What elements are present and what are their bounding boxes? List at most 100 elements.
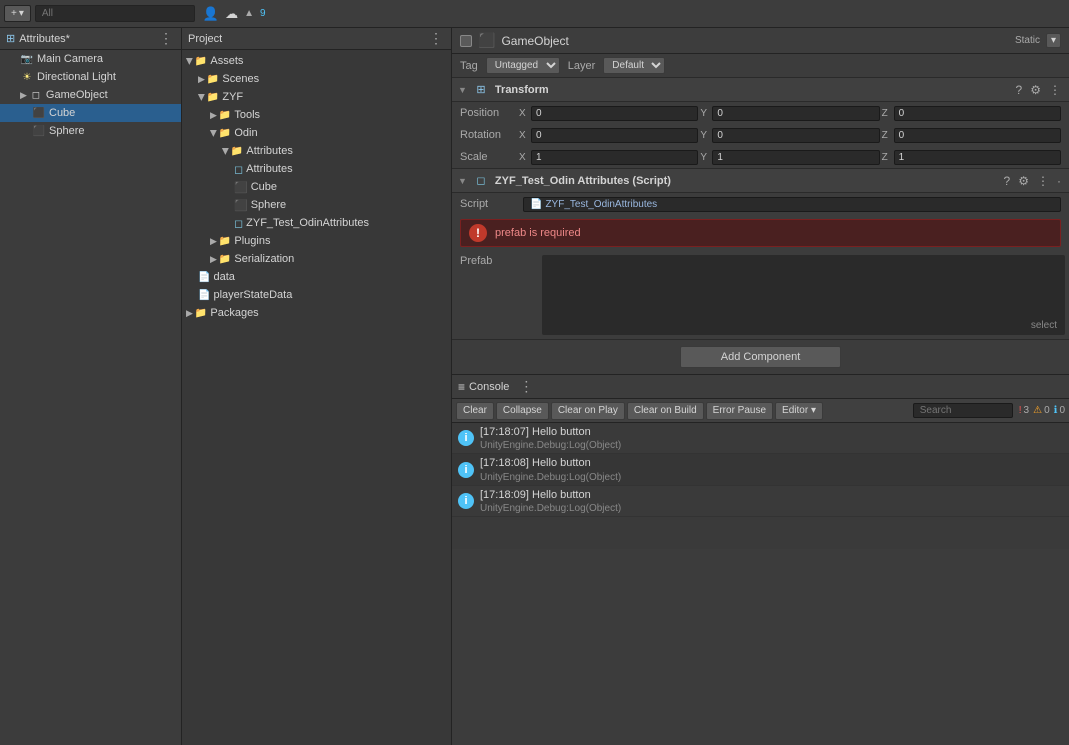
script-dot-button[interactable]: ·: [1055, 174, 1063, 188]
tree-plugins[interactable]: ▶ 📁 Plugins: [182, 232, 451, 250]
log-entry-1[interactable]: i [17:18:08] Hello button UnityEngine.De…: [452, 454, 1069, 485]
console-search-input[interactable]: [913, 403, 1013, 418]
tree-data[interactable]: 📄 data: [182, 268, 451, 286]
tree-tools[interactable]: ▶ 📁 Tools: [182, 106, 451, 124]
project-panel: Project ⋮ ▶ 📁 Assets ▶ 📁 Scenes ▶ 📁 ZYF …: [182, 28, 452, 745]
hierarchy-item-directional-light[interactable]: ☀ Directional Light: [0, 68, 181, 86]
layer-select[interactable]: Default: [603, 57, 665, 74]
inspector-panel: ⬛ GameObject Static ▾ Tag Untagged Layer…: [452, 28, 1069, 745]
account-icon: 👤: [203, 6, 219, 22]
tree-cube-prefab[interactable]: ⬛ Cube: [182, 178, 451, 196]
transform-help-button[interactable]: ?: [1014, 83, 1025, 97]
rot-x-input[interactable]: [531, 128, 698, 143]
prefab-drop-area[interactable]: select: [542, 255, 1065, 335]
transform-icon: ⊞: [473, 82, 489, 98]
tag-layer-row: Tag Untagged Layer Default: [452, 54, 1069, 78]
warning-count: 0: [1044, 405, 1050, 416]
cube-prefab-icon: ⬛: [234, 181, 248, 194]
script-settings-button[interactable]: ⚙: [1016, 174, 1031, 188]
script-collapse-icon[interactable]: ▼: [458, 176, 467, 186]
tree-packages[interactable]: ▶ 📁 Packages: [182, 304, 451, 322]
plugins-expand-icon: ▶: [210, 236, 217, 247]
tree-scenes[interactable]: ▶ 📁 Scenes: [182, 70, 451, 88]
asset-badge: 9: [260, 8, 266, 19]
log-sub-2: UnityEngine.Debug:Log(Object): [480, 503, 621, 514]
go-icon: ⬛: [478, 32, 495, 49]
transform-settings-button[interactable]: ⚙: [1028, 83, 1043, 97]
tree-attributes-script[interactable]: ◻ Attributes: [182, 160, 451, 178]
rot-x-label: X: [519, 130, 529, 141]
error-pause-button[interactable]: Error Pause: [706, 402, 773, 420]
console-more-button[interactable]: ⋮: [517, 378, 535, 395]
inspector-top: ⬛ GameObject Static ▾ Tag Untagged Layer…: [452, 28, 1069, 78]
error-count-icon: !: [1019, 405, 1022, 416]
scale-x-label: X: [519, 152, 529, 163]
tree-item-label: Attributes: [246, 163, 292, 175]
transform-collapse-icon[interactable]: ▼: [458, 85, 467, 95]
transform-section: ▼ ⊞ Transform ? ⚙ ⋮ Position X: [452, 78, 1069, 169]
project-more-button[interactable]: ⋮: [427, 30, 445, 47]
cube-icon: ⬛: [32, 106, 46, 120]
editor-dropdown-button[interactable]: Editor ▾: [775, 402, 823, 420]
info-count-badge: ℹ 0: [1054, 405, 1065, 416]
hierarchy-item-label: Cube: [49, 107, 75, 119]
gameobject-icon: ◻: [29, 88, 43, 102]
hierarchy-item-cube[interactable]: ⬛ Cube: [0, 104, 181, 122]
scale-y-input[interactable]: [712, 150, 879, 165]
script-more-button[interactable]: ⋮: [1035, 174, 1051, 188]
rot-y-input[interactable]: [712, 128, 879, 143]
tree-sphere-prefab[interactable]: ⬛ Sphere: [182, 196, 451, 214]
tools-expand-icon: ▶: [210, 110, 217, 121]
tree-player-state[interactable]: 📄 playerStateData: [182, 286, 451, 304]
scenes-folder-icon: 📁: [207, 74, 219, 85]
tree-zyf-script[interactable]: ◻ ZYF_Test_OdinAttributes: [182, 214, 451, 232]
tree-item-label: data: [213, 271, 234, 283]
tree-serialization[interactable]: ▶ 📁 Serialization: [182, 250, 451, 268]
add-button[interactable]: + ▾: [4, 5, 31, 22]
pos-y-input[interactable]: [712, 106, 879, 121]
tree-item-label: Packages: [210, 307, 258, 319]
tree-assets[interactable]: ▶ 📁 Assets: [182, 52, 451, 70]
console-toolbar: Clear Collapse Clear on Play Clear on Bu…: [452, 399, 1069, 423]
script-component-title: ZYF_Test_Odin Attributes (Script): [495, 175, 996, 187]
scale-z-input[interactable]: [894, 150, 1061, 165]
clear-on-play-button[interactable]: Clear on Play: [551, 402, 625, 420]
clear-button[interactable]: Clear: [456, 402, 494, 420]
toolbar-icons: 👤 ☁ ▲ 9: [203, 6, 266, 22]
add-component-button[interactable]: Add Component: [680, 346, 842, 368]
tree-odin[interactable]: ▶ 📁 Odin: [182, 124, 451, 142]
log-text-0: [17:18:07] Hello button: [480, 425, 621, 440]
script-help-button[interactable]: ?: [1002, 174, 1013, 188]
pos-x-input[interactable]: [531, 106, 698, 121]
log-entry-0[interactable]: i [17:18:07] Hello button UnityEngine.De…: [452, 423, 1069, 454]
tag-label: Tag: [460, 60, 478, 72]
add-icon: +: [11, 8, 17, 19]
script-file-icon: 📄: [530, 199, 542, 210]
search-input[interactable]: [35, 5, 195, 22]
pos-y-label: Y: [700, 108, 710, 119]
editor-arrow: ▾: [811, 405, 816, 416]
hierarchy-item-label: Main Camera: [37, 53, 103, 65]
go-active-checkbox[interactable]: [460, 35, 472, 47]
tree-zyf[interactable]: ▶ 📁 ZYF: [182, 88, 451, 106]
tag-select[interactable]: Untagged: [486, 57, 560, 74]
script-field-label: Script: [460, 198, 515, 210]
log-entry-2[interactable]: i [17:18:09] Hello button UnityEngine.De…: [452, 486, 1069, 517]
script-component-icon: ◻: [473, 173, 489, 189]
transform-more-button[interactable]: ⋮: [1047, 83, 1063, 97]
pos-z-input[interactable]: [894, 106, 1061, 121]
hierarchy-more-button[interactable]: ⋮: [157, 30, 175, 47]
clear-on-build-button[interactable]: Clear on Build: [627, 402, 704, 420]
main-layout: ⊞ Attributes* ⋮ 📷 Main Camera ☀ Directio…: [0, 28, 1069, 745]
rot-z-input[interactable]: [894, 128, 1061, 143]
hierarchy-item-main-camera[interactable]: 📷 Main Camera: [0, 50, 181, 68]
attributes-expand-icon: ▶: [220, 148, 231, 155]
tree-item-label: playerStateData: [213, 289, 292, 301]
hierarchy-item-gameobject[interactable]: ▶ ◻ GameObject: [0, 86, 181, 104]
collapse-button[interactable]: Collapse: [496, 402, 549, 420]
hierarchy-item-sphere[interactable]: ⬛ Sphere: [0, 122, 181, 140]
scale-x-input[interactable]: [531, 150, 698, 165]
static-dropdown[interactable]: ▾: [1046, 33, 1061, 48]
tree-attributes-folder[interactable]: ▶ 📁 Attributes: [182, 142, 451, 160]
transform-header: ▼ ⊞ Transform ? ⚙ ⋮: [452, 78, 1069, 102]
